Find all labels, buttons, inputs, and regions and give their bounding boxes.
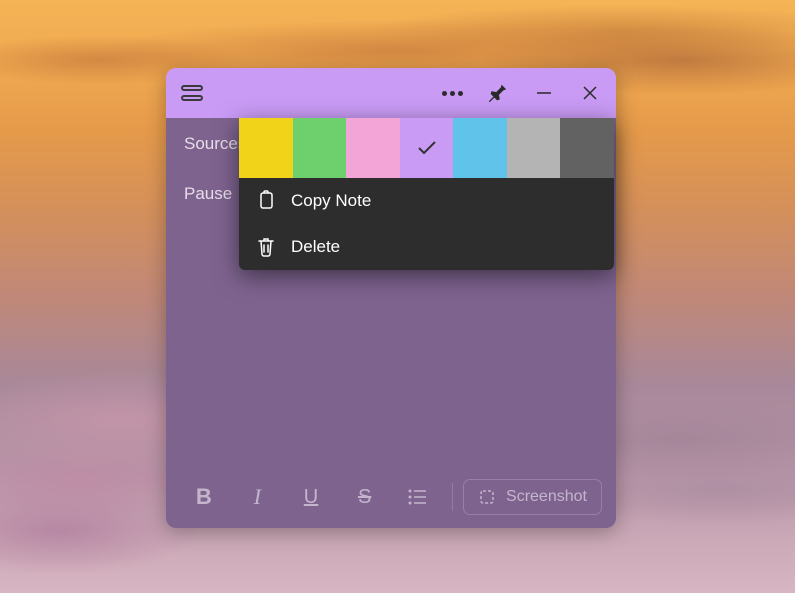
- list-icon: [408, 489, 428, 505]
- pin-button[interactable]: [484, 79, 512, 107]
- title-bar: [166, 68, 616, 118]
- color-swatch-green[interactable]: [293, 118, 347, 178]
- drag-handle-icon[interactable]: [178, 79, 206, 107]
- italic-button[interactable]: I: [234, 478, 282, 516]
- delete-menu-item[interactable]: Delete: [239, 224, 614, 270]
- screenshot-button[interactable]: Screenshot: [463, 479, 602, 515]
- copy-note-label: Copy Note: [291, 191, 371, 211]
- color-swatch-purple[interactable]: [400, 118, 454, 178]
- checkmark-icon: [414, 135, 440, 161]
- pin-icon: [487, 82, 509, 104]
- underline-button[interactable]: U: [287, 478, 335, 516]
- color-swatch-blue[interactable]: [453, 118, 507, 178]
- minimize-icon: [535, 84, 553, 102]
- copy-icon: [255, 190, 277, 212]
- color-swatch-yellow[interactable]: [239, 118, 293, 178]
- bullet-list-button[interactable]: [394, 478, 442, 516]
- toolbar-divider: [452, 483, 453, 511]
- trash-icon: [255, 236, 277, 258]
- format-toolbar: B I U S Screenshot: [180, 478, 602, 516]
- copy-note-menu-item[interactable]: Copy Note: [239, 178, 614, 224]
- color-picker-row: [239, 118, 614, 178]
- delete-label: Delete: [291, 237, 340, 257]
- close-button[interactable]: [576, 79, 604, 107]
- color-swatch-gray[interactable]: [507, 118, 561, 178]
- color-swatch-pink[interactable]: [346, 118, 400, 178]
- more-options-button[interactable]: [438, 79, 466, 107]
- minimize-button[interactable]: [530, 79, 558, 107]
- strikethrough-button[interactable]: S: [341, 478, 389, 516]
- context-menu: Copy Note Delete: [239, 118, 614, 270]
- bold-button[interactable]: B: [180, 478, 228, 516]
- close-icon: [581, 84, 599, 102]
- screenshot-icon: [478, 488, 496, 506]
- screenshot-label: Screenshot: [506, 488, 587, 506]
- color-swatch-dark[interactable]: [560, 118, 614, 178]
